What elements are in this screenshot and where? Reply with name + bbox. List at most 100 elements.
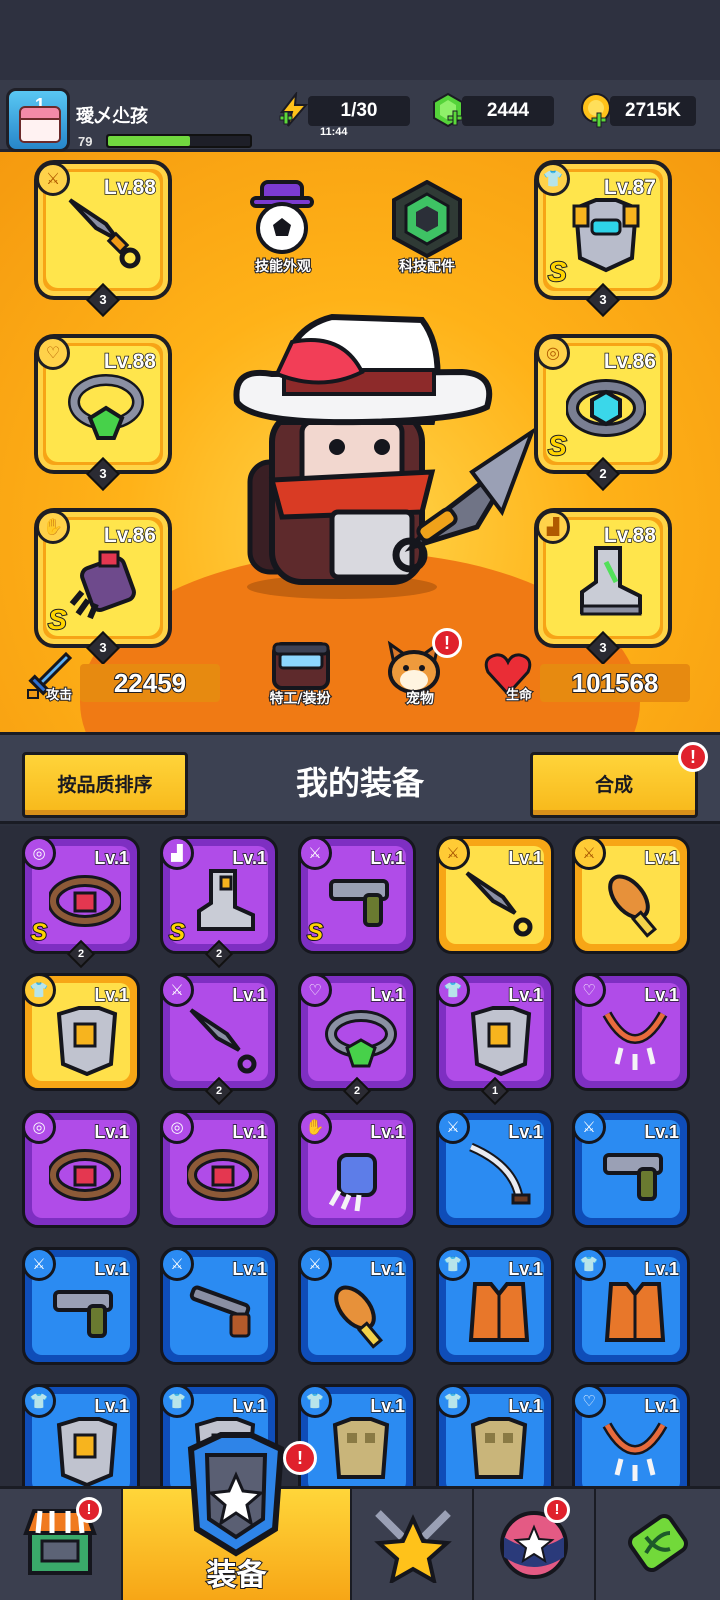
inventory-item-kunai[interactable]: ⚔ Lv.1 2 xyxy=(160,973,278,1106)
inventory-item-vest[interactable]: 👕 Lv.1 xyxy=(436,1247,554,1365)
gem-plus-icon[interactable] xyxy=(430,92,466,128)
grade-label: S xyxy=(547,255,568,288)
nav-tab-events[interactable]: ! xyxy=(474,1489,596,1600)
equipped-weapon-slot[interactable]: ⚔ Lv.88 3 xyxy=(34,160,172,317)
inventory-item-necklace[interactable]: ♡ Lv.1 xyxy=(572,973,690,1091)
nav-tab-shop[interactable]: ! xyxy=(0,1489,123,1600)
weapon-category-icon: ⚔ xyxy=(160,973,194,1007)
nav-tab-equipment[interactable]: ! 装备 xyxy=(123,1432,352,1600)
coin-plus-icon[interactable] xyxy=(578,92,614,128)
star-rank-value: 2 xyxy=(77,948,85,960)
armor-category-icon: 👕 xyxy=(536,162,570,196)
inventory-item-gun[interactable]: ⚔ Lv.1 S xyxy=(298,836,416,954)
inventory-item-boots[interactable]: ▟ Lv.1 S 2 xyxy=(160,836,278,969)
vest-icon xyxy=(604,1282,666,1342)
nav-tab-battle[interactable] xyxy=(352,1489,474,1600)
inventory-item-belt[interactable]: ◎ Lv.1 S 2 xyxy=(22,836,140,969)
armor-icon xyxy=(56,1006,118,1076)
shotgun-icon xyxy=(189,1285,251,1338)
gem-counter: 2444 xyxy=(462,96,554,126)
inventory-item-shirt[interactable]: 👕 Lv.1 xyxy=(436,1384,554,1486)
item-level: Lv.1 xyxy=(370,1395,406,1417)
shirt-icon xyxy=(332,1417,390,1479)
item-level: Lv.1 xyxy=(232,984,268,1006)
item-level: Lv.1 xyxy=(644,1121,680,1143)
inventory-item-club[interactable]: ⚔ Lv.1 xyxy=(572,836,690,954)
boots-icon xyxy=(197,869,255,931)
agent-head-icon xyxy=(272,642,330,690)
inventory-item-necklace[interactable]: ♡ Lv.1 xyxy=(572,1384,690,1486)
star-rank-value: 2 xyxy=(353,1085,361,1097)
belt-category-icon: ◎ xyxy=(160,1110,194,1144)
item-level: Lv.1 xyxy=(94,847,130,869)
energy-counter: 1/30 xyxy=(308,96,410,126)
inventory-item-club[interactable]: ⚔ Lv.1 xyxy=(298,1247,416,1365)
inventory-item-shirt[interactable]: 👕 Lv.1 xyxy=(298,1384,416,1486)
inventory-item-gauntlet[interactable]: ✋ Lv.1 xyxy=(298,1110,416,1228)
armor-category-icon: 👕 xyxy=(436,973,470,1007)
star-rank: 2 xyxy=(66,939,96,969)
weapon-category-icon: ⚔ xyxy=(160,1247,194,1281)
equipped-armor-slot[interactable]: 👕 Lv.87 S 3 xyxy=(534,160,672,317)
armor-icon xyxy=(572,198,640,273)
inventory-item-vest[interactable]: 👕 Lv.1 xyxy=(572,1247,690,1365)
item-level: Lv.1 xyxy=(370,1258,406,1280)
nav-tab-lab[interactable] xyxy=(596,1489,720,1600)
kunai-icon xyxy=(189,1008,257,1074)
equipped-boots-slot[interactable]: ▟ Lv.88 3 xyxy=(534,508,672,665)
item-level: Lv.1 xyxy=(370,984,406,1006)
star-rank-value: 2 xyxy=(215,948,223,960)
tech-parts-button[interactable]: 科技配件 xyxy=(372,178,482,278)
inventory-item-gun[interactable]: ⚔ Lv.1 xyxy=(22,1247,140,1365)
inventory-item-gun[interactable]: ⚔ Lv.1 xyxy=(572,1110,690,1228)
skill-skin-button[interactable]: 技能外观 xyxy=(228,178,338,278)
item-level: Lv.1 xyxy=(508,984,544,1006)
item-level: Lv.1 xyxy=(508,847,544,869)
equipment-grid[interactable]: ◎ Lv.1 S 2 ▟ Lv.1 S 2 ⚔ Lv.1 S ⚔ Lv.1 ⚔ Lv.1 👕 Lv.1 ⚔ Lv.1… xyxy=(0,826,720,1486)
xp-bar-fill xyxy=(108,136,191,146)
equipment-alert-badge: ! xyxy=(283,1441,317,1475)
tech-chip-icon xyxy=(392,180,462,258)
attack-value: 22459 xyxy=(80,664,220,702)
equipped-glove-slot[interactable]: ✋ Lv.86 S 3 xyxy=(34,508,172,665)
energy-plus-icon[interactable] xyxy=(276,92,312,128)
sort-by-quality-button[interactable]: 按品质排序 xyxy=(22,752,188,818)
agent-outfit-button[interactable]: 特工/装扮 xyxy=(250,638,350,728)
armor-icon xyxy=(470,1006,532,1076)
merge-button[interactable]: 合成 xyxy=(530,752,698,818)
gauntlet-icon xyxy=(69,550,136,620)
inventory-item-ring[interactable]: ♡ Lv.1 2 xyxy=(298,973,416,1106)
pet-alert-badge: ! xyxy=(432,628,462,658)
vest-icon xyxy=(468,1282,530,1342)
ring-icon xyxy=(325,1010,397,1068)
ring-category-icon: ♡ xyxy=(572,973,606,1007)
weapon-category-icon: ⚔ xyxy=(298,836,332,870)
inventory-item-kunai[interactable]: ⚔ Lv.1 xyxy=(436,836,554,954)
belt-icon xyxy=(49,1149,121,1201)
pet-button[interactable]: 宠物 ! xyxy=(370,628,470,728)
armor-category-icon: 👕 xyxy=(436,1247,470,1281)
inventory-item-shotgun[interactable]: ⚔ Lv.1 xyxy=(160,1247,278,1365)
star-rank: 3 xyxy=(86,283,120,317)
inventory-item-armor[interactable]: 👕 Lv.1 1 xyxy=(436,973,554,1106)
glove-category-icon: ✋ xyxy=(298,1110,332,1144)
equipped-belt-slot[interactable]: ◎ Lv.86 S 2 xyxy=(534,334,672,491)
inventory-item-belt[interactable]: ◎ Lv.1 xyxy=(22,1110,140,1228)
weapon-category-icon: ⚔ xyxy=(572,1110,606,1144)
inventory-item-armor[interactable]: 👕 Lv.1 xyxy=(22,973,140,1091)
star-rank: 2 xyxy=(204,1076,234,1106)
star-rank: 3 xyxy=(586,283,620,317)
equipped-ring-slot[interactable]: ♡ Lv.88 3 xyxy=(34,334,172,491)
status-bar xyxy=(0,0,720,80)
equipment-tab-label: 装备 xyxy=(206,1557,268,1594)
item-level: Lv.1 xyxy=(232,1395,268,1417)
boots-category-icon: ▟ xyxy=(536,510,570,544)
armor-category-icon: 👕 xyxy=(22,973,56,1007)
shop-alert-badge: ! xyxy=(76,1497,102,1523)
inventory-item-sword[interactable]: ⚔ Lv.1 xyxy=(436,1110,554,1228)
player-avatar[interactable]: 1 xyxy=(6,88,70,152)
item-level: Lv.1 xyxy=(508,1121,544,1143)
item-level: Lv.1 xyxy=(644,1395,680,1417)
inventory-item-armor[interactable]: 👕 Lv.1 xyxy=(22,1384,140,1486)
inventory-item-belt[interactable]: ◎ Lv.1 xyxy=(160,1110,278,1228)
